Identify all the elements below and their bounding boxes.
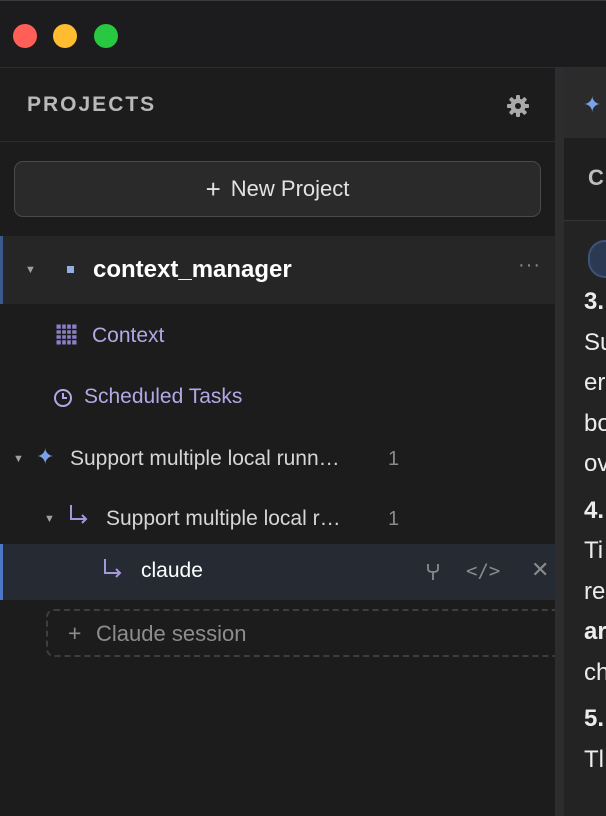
claude-session-label: Claude session [96, 621, 247, 646]
doc-line: 5. [584, 705, 605, 732]
fork-icon[interactable] [425, 563, 441, 581]
sidebar-item-label: Context [92, 324, 165, 347]
caret-down-icon[interactable]: ▼ [25, 264, 36, 276]
task-count: 1 [388, 508, 400, 530]
doc-line: Ti [584, 537, 604, 564]
tab-bar: ✦ [564, 68, 606, 139]
plus-icon: + [205, 174, 221, 204]
session-label: claude [141, 559, 203, 582]
doc-line: Tl [584, 745, 604, 773]
code-icon[interactable]: </> [466, 560, 500, 582]
task-row[interactable]: ▼ Support multiple local r… 1 [0, 498, 557, 542]
plus-icon: + [68, 620, 82, 646]
close-window-button[interactable] [13, 24, 37, 48]
gear-icon[interactable] [506, 94, 530, 118]
more-icon[interactable]: ··· [518, 254, 541, 277]
doc-line: re [584, 577, 606, 605]
sparkle-icon[interactable]: ✦ [583, 92, 601, 118]
close-icon[interactable]: ✕ [531, 557, 549, 583]
zoom-window-button[interactable] [94, 24, 118, 48]
project-dot-icon [67, 266, 74, 273]
task-label: Support multiple local r… [106, 507, 341, 530]
header-letter: C [588, 165, 604, 190]
branch-icon [104, 559, 122, 578]
doc-line: 3. [584, 288, 605, 315]
main-pane: ✦ C 3. Su er bo ov 4. Ti re ar ch 5. Tl [564, 68, 606, 816]
sparkle-icon: ✦ [36, 444, 55, 469]
doc-line: bo [584, 409, 606, 437]
task-label: Support multiple local runn… [70, 447, 340, 470]
session-row-claude[interactable]: claude </> ✕ [0, 544, 557, 600]
new-project-button[interactable]: + New Project [14, 161, 541, 217]
sidebar-title: PROJECTS [27, 93, 157, 116]
task-row[interactable]: ▼ ✦ Support multiple local runn… 1 [0, 438, 557, 482]
sidebar-item-scheduled-tasks[interactable]: Scheduled Tasks [0, 378, 557, 422]
window-titlebar [0, 0, 606, 68]
sidebar-header: PROJECTS [0, 68, 557, 142]
grid-icon [56, 324, 77, 345]
sidebar-item-context[interactable]: Context [0, 316, 557, 360]
doc-line: 4. [584, 496, 605, 524]
project-name: context_manager [93, 256, 292, 283]
sidebar-item-label: Scheduled Tasks [84, 385, 243, 408]
task-count: 1 [388, 448, 400, 470]
branch-icon [70, 505, 88, 524]
doc-line: ar [584, 618, 606, 645]
minimize-window-button[interactable] [53, 24, 77, 48]
caret-down-icon[interactable]: ▼ [44, 513, 55, 525]
add-claude-session-button[interactable]: + Claude session [46, 609, 557, 657]
doc-line: Su [584, 328, 606, 356]
pane-divider[interactable] [555, 68, 564, 816]
doc-line: ch [584, 658, 606, 686]
document-text: 3. Su er bo ov 4. Ti re ar ch 5. Tl [584, 282, 606, 780]
caret-down-icon[interactable]: ▼ [13, 453, 24, 465]
new-project-label: New Project [230, 176, 350, 201]
doc-line: ov [584, 450, 606, 477]
toggle-pill[interactable] [588, 240, 606, 278]
clock-icon [54, 389, 72, 407]
secondary-header: C [564, 138, 606, 221]
sidebar: PROJECTS + New Project ▼ context_manager… [0, 68, 557, 816]
project-row[interactable]: ▼ context_manager ··· [0, 236, 557, 304]
doc-line: er [584, 369, 606, 396]
